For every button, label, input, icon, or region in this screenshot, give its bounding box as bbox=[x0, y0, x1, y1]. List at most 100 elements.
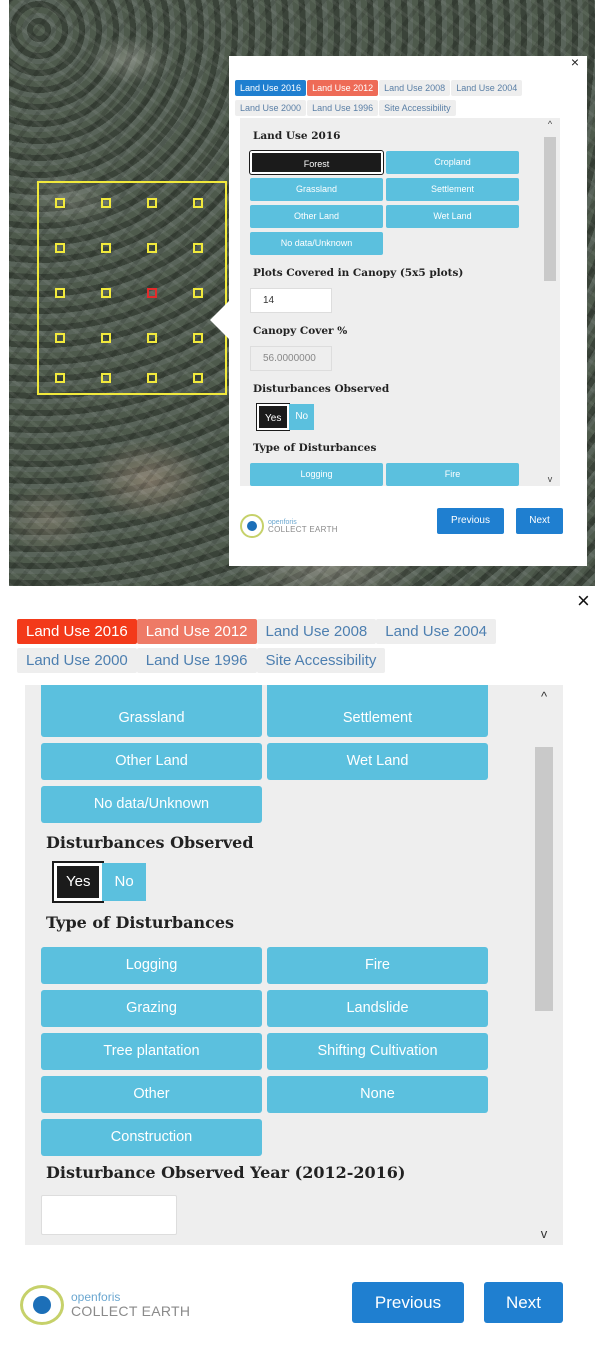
survey-form-panel[interactable]: Grassland Settlement Other Land Wet Land No … bbox=[25, 685, 563, 1245]
plot-point[interactable] bbox=[193, 243, 203, 253]
tab-land-use-2012[interactable]: Land Use 2012 bbox=[307, 80, 379, 96]
next-button[interactable]: Next bbox=[484, 1282, 563, 1323]
tab-land-use-1996[interactable]: Land Use 1996 bbox=[136, 648, 257, 673]
tab-land-use-1996[interactable]: Land Use 1996 bbox=[307, 100, 379, 116]
land-use-label: Land Use 2016 bbox=[253, 130, 341, 142]
tab-land-use-2004[interactable]: Land Use 2004 bbox=[376, 619, 496, 644]
close-icon[interactable]: × bbox=[571, 54, 579, 70]
no-button[interactable]: No bbox=[289, 404, 315, 430]
plot-point[interactable] bbox=[193, 373, 203, 383]
plot-point[interactable] bbox=[55, 373, 65, 383]
option-tree-plantation-button[interactable]: Tree plantation bbox=[41, 1033, 262, 1070]
tab-land-use-2008[interactable]: Land Use 2008 bbox=[379, 80, 451, 96]
scrollbar-thumb[interactable] bbox=[544, 137, 556, 281]
tab-land-use-2000[interactable]: Land Use 2000 bbox=[17, 648, 137, 673]
disturbance-type-options: Logging Fire Grazing Landslide Tree plantati… bbox=[41, 947, 488, 1156]
popup-footer: openforis COLLECT EARTH Previous Next bbox=[240, 508, 578, 538]
land-use-options: Forest Cropland Grassland Settlement Other L… bbox=[250, 151, 520, 255]
option-grassland-button[interactable]: Grassland bbox=[250, 178, 383, 201]
option-other-land-button[interactable]: Other Land bbox=[41, 743, 262, 780]
yes-button[interactable]: Yes bbox=[54, 863, 103, 901]
plot-point[interactable] bbox=[193, 198, 203, 208]
tab-land-use-2016[interactable]: Land Use 2016 bbox=[235, 80, 307, 96]
logo-collect-earth-text: COLLECT EARTH bbox=[71, 1302, 191, 1319]
option-fire-button[interactable]: Fire bbox=[267, 947, 488, 984]
option-logging-button[interactable]: Logging bbox=[41, 947, 262, 984]
plot-point[interactable] bbox=[193, 288, 203, 298]
option-fire-button[interactable]: Fire bbox=[386, 463, 519, 486]
option-other-land-button[interactable]: Other Land bbox=[250, 205, 383, 228]
plot-point[interactable] bbox=[101, 198, 111, 208]
option-cropland-button[interactable]: Cropland bbox=[386, 151, 519, 174]
plot-point[interactable] bbox=[101, 243, 111, 253]
option-settlement-button[interactable]: Settlement bbox=[386, 178, 519, 201]
plot-point[interactable] bbox=[101, 373, 111, 383]
scroll-up-icon[interactable]: ^ bbox=[535, 689, 553, 704]
previous-button[interactable]: Previous bbox=[437, 508, 504, 534]
tab-land-use-2004[interactable]: Land Use 2004 bbox=[451, 80, 523, 96]
scroll-down-icon[interactable]: v bbox=[535, 1226, 553, 1241]
disturbance-year-label: Disturbance Observed Year (2012-2016) bbox=[46, 1163, 406, 1182]
plot-point[interactable] bbox=[147, 373, 157, 383]
disturbances-observed-label: Disturbances Observed bbox=[46, 833, 254, 852]
option-none-button[interactable]: None bbox=[267, 1076, 488, 1113]
tab-land-use-2016[interactable]: Land Use 2016 bbox=[17, 619, 137, 644]
collect-earth-logo: openforis COLLECT EARTH bbox=[20, 1285, 190, 1325]
scroll-down-icon[interactable]: v bbox=[544, 474, 556, 484]
plot-point[interactable] bbox=[55, 198, 65, 208]
disturbance-type-options: Logging Fire bbox=[250, 463, 520, 486]
option-settlement-button[interactable]: Settlement bbox=[267, 700, 488, 737]
tab-land-use-2000[interactable]: Land Use 2000 bbox=[235, 100, 307, 116]
openforis-logo-icon bbox=[240, 514, 264, 538]
plot-point[interactable] bbox=[147, 198, 157, 208]
option-forest-button[interactable]: Forest bbox=[250, 151, 383, 174]
plot-point[interactable] bbox=[101, 288, 111, 298]
option-other-button[interactable]: Other bbox=[41, 1076, 262, 1113]
plot-point[interactable] bbox=[147, 288, 157, 298]
scrollbar-thumb[interactable] bbox=[535, 747, 553, 1011]
next-button[interactable]: Next bbox=[516, 508, 563, 534]
tab-site-accessibility[interactable]: Site Accessibility bbox=[256, 648, 386, 673]
satellite-map-view[interactable]: × Land Use 2016 Land Use 2012 Land Use 200… bbox=[9, 0, 595, 586]
openforis-logo-icon bbox=[20, 1285, 64, 1325]
logo-collect-earth-text: COLLECT EARTH bbox=[268, 524, 338, 534]
option-shifting-cultivation-button[interactable]: Shifting Cultivation bbox=[267, 1033, 488, 1070]
option-grassland-button[interactable]: Grassland bbox=[41, 700, 262, 737]
type-of-disturbances-label: Type of Disturbances bbox=[46, 913, 235, 932]
survey-form-panel[interactable]: Land Use 2016 Forest Cropland Grassland Set… bbox=[240, 118, 560, 486]
option-logging-button[interactable]: Logging bbox=[250, 463, 383, 486]
plot-point[interactable] bbox=[101, 333, 111, 343]
survey-popup: × Land Use 2016 Land Use 2012 Land Use 200… bbox=[229, 54, 587, 566]
tab-land-use-2008[interactable]: Land Use 2008 bbox=[256, 619, 377, 644]
option-landslide-button[interactable]: Landslide bbox=[267, 990, 488, 1027]
option-wet-land-button[interactable]: Wet Land bbox=[267, 743, 488, 780]
plot-point[interactable] bbox=[147, 333, 157, 343]
no-button[interactable]: No bbox=[102, 863, 146, 901]
close-icon[interactable]: × bbox=[577, 590, 590, 612]
popup-pointer bbox=[210, 300, 230, 340]
previous-button[interactable]: Previous bbox=[352, 1282, 464, 1323]
plot-point[interactable] bbox=[55, 333, 65, 343]
disturbances-toggle: Yes No bbox=[257, 404, 520, 430]
tab-land-use-2012[interactable]: Land Use 2012 bbox=[136, 619, 257, 644]
plots-covered-input[interactable]: 14 bbox=[250, 288, 332, 313]
option-construction-button[interactable]: Construction bbox=[41, 1119, 262, 1156]
land-use-options: Grassland Settlement Other Land Wet Land No … bbox=[41, 700, 488, 823]
plot-point[interactable] bbox=[193, 333, 203, 343]
tab-site-accessibility[interactable]: Site Accessibility bbox=[379, 100, 456, 116]
survey-tabs: Land Use 2016 Land Use 2012 Land Use 2008 L… bbox=[17, 619, 587, 677]
plot-point[interactable] bbox=[55, 288, 65, 298]
plot-point[interactable] bbox=[147, 243, 157, 253]
scrollbar[interactable]: ^ v bbox=[544, 118, 556, 486]
option-no-data-unknown-button[interactable]: No data/Unknown bbox=[250, 232, 383, 255]
option-wet-land-button[interactable]: Wet Land bbox=[386, 205, 519, 228]
canopy-cover-field: 56.0000000 bbox=[250, 346, 332, 371]
scrollbar[interactable]: ^ v bbox=[535, 685, 553, 1245]
option-no-data-unknown-button[interactable]: No data/Unknown bbox=[41, 786, 262, 823]
yes-button[interactable]: Yes bbox=[257, 404, 290, 430]
collect-earth-logo: openforis COLLECT EARTH bbox=[240, 514, 338, 538]
disturbance-year-input[interactable] bbox=[41, 1195, 177, 1235]
scroll-up-icon[interactable]: ^ bbox=[544, 119, 556, 129]
plot-point[interactable] bbox=[55, 243, 65, 253]
option-grazing-button[interactable]: Grazing bbox=[41, 990, 262, 1027]
